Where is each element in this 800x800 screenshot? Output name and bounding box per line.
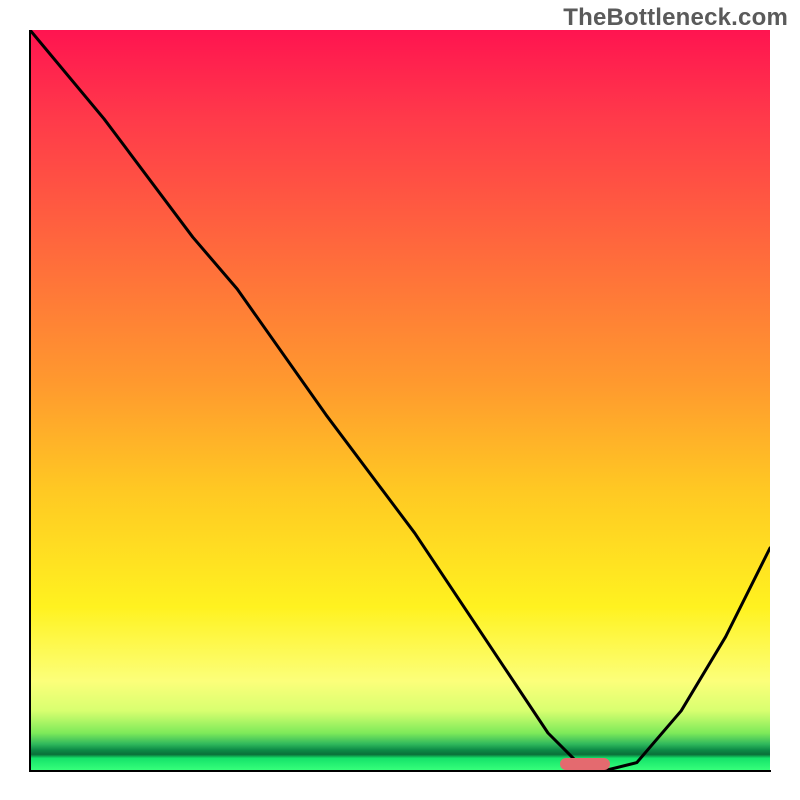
chart-canvas: TheBottleneck.com [0,0,800,800]
bottleneck-curve [30,30,770,770]
x-axis [29,770,771,772]
optimum-marker [560,758,610,770]
curve-path [30,30,770,770]
watermark-label: TheBottleneck.com [563,4,788,32]
y-axis [29,30,31,772]
plot-area [30,30,770,770]
